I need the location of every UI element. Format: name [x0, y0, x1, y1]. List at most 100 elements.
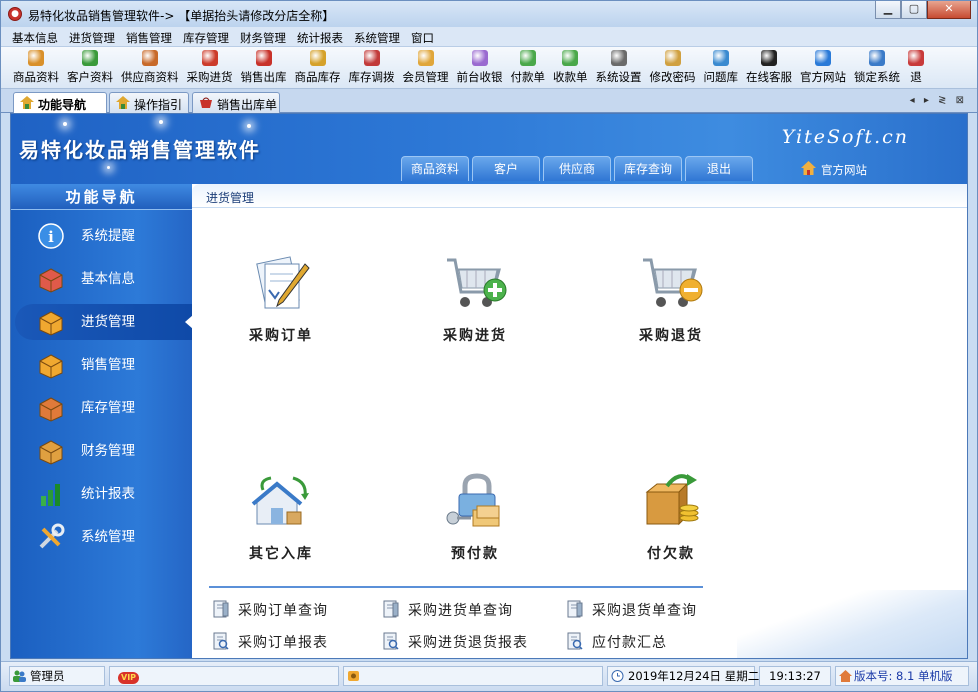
topnav-suppliers-button[interactable]: 供应商	[543, 156, 611, 181]
toolbar-button-transfer[interactable]: 库存调拨	[345, 47, 399, 89]
official-site-link[interactable]: 官方网站	[801, 161, 867, 178]
toolbar-button-label: 前台收银	[456, 70, 503, 84]
feature-purchase-stock-in[interactable]: 采购进货	[420, 254, 530, 345]
topnav-exit-button[interactable]: 退出	[685, 156, 753, 181]
app-window: ● 易特化妆品销售管理软件-> 【单据抬头请修改分店全称】 ▁ ▢ ✕ 基本信息…	[0, 0, 978, 692]
maximize-button[interactable]: ▢	[901, 1, 927, 19]
menu-bar: 基本信息 进货管理 销售管理 库存管理 财务管理 统计报表 系统管理 窗口	[1, 27, 977, 47]
menu-finance[interactable]: 财务管理	[235, 27, 292, 46]
feature-label: 付欠款	[647, 546, 695, 562]
tab-scroll-controls[interactable]: ◂ ▸ ≷ ⊠	[910, 95, 967, 106]
menu-basic-info[interactable]: 基本信息	[7, 27, 64, 46]
toolbar-button-label: 问题库	[703, 70, 739, 84]
toolbar-button-label: 商品资料	[13, 70, 59, 84]
sidebar-item-alerts[interactable]: i 系统提醒	[15, 218, 192, 254]
close-button[interactable]: ✕	[927, 1, 971, 19]
breadcrumb: 进货管理	[192, 184, 967, 208]
feature-label: 预付款	[451, 546, 499, 562]
sidebar-item-sales[interactable]: 销售管理	[15, 347, 192, 383]
toolbar-button-payment[interactable]: 付款单	[507, 47, 550, 89]
minimize-button[interactable]: ▁	[875, 1, 901, 19]
sidebar-item-system[interactable]: 系统管理	[15, 519, 192, 555]
menu-system[interactable]: 系统管理	[349, 27, 406, 46]
report-link-purchase-in-return-report[interactable]: 采购进货退货报表	[382, 632, 528, 652]
toolbar-button-products[interactable]: 商品资料	[9, 47, 63, 89]
sidebar-item-basic-info[interactable]: 基本信息	[15, 261, 192, 297]
warehouse-in-icon	[251, 476, 309, 525]
toolbar-button-browser[interactable]: 官方网站	[796, 47, 850, 89]
toolbar-button-faq[interactable]: 问题库	[700, 47, 743, 89]
feature-label: 采购退货	[639, 328, 703, 344]
sidebar-item-purchase[interactable]: 进货管理	[15, 304, 193, 340]
topnav-products-button[interactable]: 商品资料	[401, 156, 469, 181]
sidebar-item-inventory[interactable]: 库存管理	[15, 390, 192, 426]
feature-label: 其它入库	[249, 546, 313, 562]
settings-icon	[610, 50, 627, 66]
report-link-label: 采购进货单查询	[408, 603, 513, 619]
tab-guide[interactable]: 操作指引	[109, 92, 189, 113]
content-area: 易特化妆品销售管理软件 YiteSoft.cn 商品资料 客户 供应商 库存查询…	[10, 113, 968, 659]
cubes-icon	[37, 265, 65, 293]
sidebar-item-label: 财务管理	[81, 443, 135, 459]
tab-label: 操作指引	[134, 98, 183, 112]
tools-icon	[37, 523, 65, 551]
sidebar-item-reports[interactable]: 统计报表	[15, 476, 192, 512]
toolbar-button-settings[interactable]: 系统设置	[592, 47, 646, 89]
feature-prepayment[interactable]: 预付款	[420, 472, 530, 563]
toolbar-button-box[interactable]: 商品库存	[291, 47, 345, 89]
sidebar-item-finance[interactable]: 财务管理	[15, 433, 192, 469]
report-link-purchase-order-report[interactable]: 采购订单报表	[212, 632, 328, 652]
toolbar-button-receipt[interactable]: 收款单	[549, 47, 592, 89]
tab-label: 销售出库单	[217, 98, 278, 112]
toolbar-button-chat[interactable]: 在线客服	[742, 47, 796, 89]
tab-sales-outbound[interactable]: 销售出库单	[192, 92, 280, 113]
toolbar-button-truck[interactable]: 采购进货	[183, 47, 237, 89]
house-icon	[37, 394, 65, 422]
browser-icon	[815, 50, 831, 66]
toolbar-button-cashier[interactable]: 前台收银	[453, 47, 507, 89]
toolbar-button-basket[interactable]: 销售出库	[237, 47, 291, 89]
sidebar: 功能导航 i 系统提醒 基本信息 进货管理 销售管理 库存管理 财务管理 统计报表 系统管理	[11, 184, 193, 658]
brand-title: 易特化妆品销售管理软件	[19, 138, 261, 162]
report-link-purchase-order-query[interactable]: 采购订单查询	[212, 600, 328, 620]
toolbar-button-label: 系统设置	[595, 70, 642, 84]
topnav-customers-button[interactable]: 客户	[472, 156, 540, 181]
feature-purchase-return[interactable]: 采购退货	[616, 254, 726, 345]
report-link-payables-summary[interactable]: 应付款汇总	[566, 632, 667, 652]
feature-purchase-order[interactable]: 采购订单	[226, 254, 336, 345]
svg-text:i: i	[48, 228, 54, 246]
report-link-purchase-return-query[interactable]: 采购退货单查询	[566, 600, 697, 620]
sidebar-item-label: 基本信息	[81, 271, 135, 287]
purchase-order-icon	[256, 256, 310, 309]
toolbar-button-lock[interactable]: 锁定系统	[850, 47, 904, 89]
report-link-purchase-stock-in-query[interactable]: 采购进货单查询	[382, 600, 513, 620]
toolbar-button-customers[interactable]: 客户资料	[63, 47, 117, 89]
document-query-icon	[212, 600, 230, 618]
toolbar-button-member[interactable]: 会员管理	[399, 47, 453, 89]
menu-sales[interactable]: 销售管理	[121, 27, 178, 46]
toolbar-button-label: 收款单	[553, 70, 588, 84]
toolbar: 商品资料 客户资料 供应商资料 采购进货 销售出库 商品库存 库存调拨 会员管理 前台收银 付款单…	[1, 47, 977, 89]
toolbar-button-suppliers[interactable]: 供应商资料	[117, 47, 183, 89]
toolbar-button-label: 付款单	[510, 70, 546, 84]
toolbar-button-password[interactable]: 修改密码	[646, 47, 700, 89]
password-icon	[664, 50, 681, 66]
products-icon	[28, 50, 44, 66]
feature-pay-debt[interactable]: 付欠款	[616, 472, 726, 563]
banner: 易特化妆品销售管理软件 YiteSoft.cn 商品资料 客户 供应商 库存查询…	[11, 114, 967, 184]
toolbar-button-label: 销售出库	[240, 70, 287, 84]
toolbar-button-label: 采购进货	[186, 70, 233, 84]
report-link-label: 采购退货单查询	[592, 603, 697, 619]
menu-inventory[interactable]: 库存管理	[178, 27, 235, 46]
app-logo-icon: ●	[8, 7, 22, 21]
toolbar-button-exit[interactable]: 退	[904, 47, 928, 89]
basket-icon	[200, 97, 212, 108]
topnav-stock-query-button[interactable]: 库存查询	[614, 156, 682, 181]
feature-other-stock-in[interactable]: 其它入库	[226, 472, 336, 563]
tab-function-nav[interactable]: 功能导航	[13, 92, 107, 114]
member-icon	[417, 50, 434, 66]
feature-label: 采购进货	[443, 328, 507, 344]
menu-reports[interactable]: 统计报表	[292, 27, 349, 46]
menu-purchase[interactable]: 进货管理	[64, 27, 121, 46]
menu-window[interactable]: 窗口	[406, 27, 440, 46]
